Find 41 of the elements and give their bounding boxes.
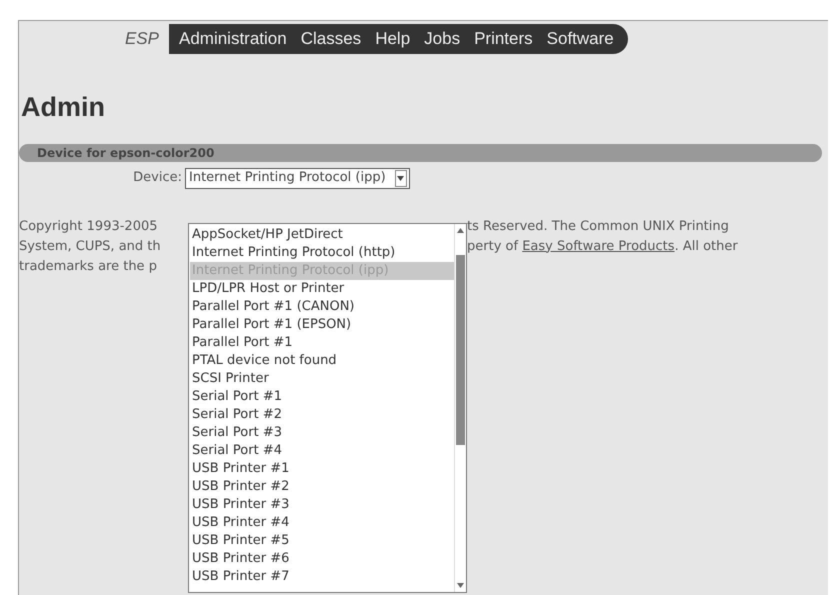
dropdown-option[interactable]: USB Printer #3 — [190, 496, 454, 514]
dropdown-option[interactable]: Serial Port #3 — [190, 424, 454, 442]
copyright-text: ts Reserved. The Common UNIX Printing — [467, 218, 730, 236]
dropdown-option[interactable]: USB Printer #1 — [190, 460, 454, 478]
dropdown-option[interactable]: USB Printer #7 — [190, 568, 454, 586]
brand-logo[interactable]: ESP — [19, 26, 169, 52]
nav-link[interactable]: Help — [375, 26, 410, 52]
dropdown-option[interactable]: USB Printer #6 — [190, 550, 454, 568]
dropdown-option[interactable]: Internet Printing Protocol (http) — [190, 244, 454, 262]
page-heading: Admin — [21, 91, 106, 124]
dropdown-option[interactable]: SCSI Printer — [190, 370, 454, 388]
nav-link[interactable]: Printers — [474, 26, 533, 52]
device-label: Device: — [132, 169, 183, 188]
copyright-text: Copyright 1993-2005 — [19, 218, 159, 236]
nav-link[interactable]: Classes — [300, 26, 362, 52]
nav-link[interactable]: Jobs — [424, 26, 460, 52]
copyright-text: . All other — [674, 238, 738, 256]
nav-link[interactable]: Software — [546, 26, 614, 52]
nav-link[interactable]: Administration — [179, 26, 287, 52]
dropdown-option[interactable]: LPD/LPR Host or Printer — [190, 280, 454, 298]
dropdown-option[interactable]: Serial Port #1 — [190, 388, 454, 406]
scroll-thumb[interactable] — [456, 255, 465, 445]
section-header: Device for epson-color200 — [19, 144, 822, 162]
dropdown-option[interactable]: Parallel Port #1 (EPSON) — [190, 316, 454, 334]
copyright-text: trademarks are the p — [19, 258, 158, 276]
dropdown-option[interactable]: Serial Port #4 — [190, 442, 454, 460]
dropdown-option[interactable]: Parallel Port #1 (CANON) — [190, 298, 454, 316]
dropdown-option[interactable]: Parallel Port #1 — [190, 334, 454, 352]
dropdown-option[interactable]: USB Printer #4 — [190, 514, 454, 532]
dropdown-option[interactable]: USB Printer #5 — [190, 532, 454, 550]
scroll-up-icon[interactable] — [457, 228, 464, 233]
dropdown-option[interactable]: PTAL device not found — [190, 352, 454, 370]
scrollbar[interactable] — [454, 224, 466, 592]
dropdown-option[interactable]: Serial Port #2 — [190, 406, 454, 424]
copyright-text: perty of — [467, 238, 520, 256]
copyright-text: System, CUPS, and th — [19, 238, 162, 256]
dropdown-option[interactable]: USB Printer #2 — [190, 478, 454, 496]
device-select[interactable]: Internet Printing Protocol (ipp) — [185, 168, 410, 188]
easy-software-link[interactable]: Easy Software Products — [522, 236, 675, 256]
scroll-down-icon[interactable] — [457, 583, 464, 588]
dropdown-option[interactable]: AppSocket/HP JetDirect — [190, 226, 454, 244]
